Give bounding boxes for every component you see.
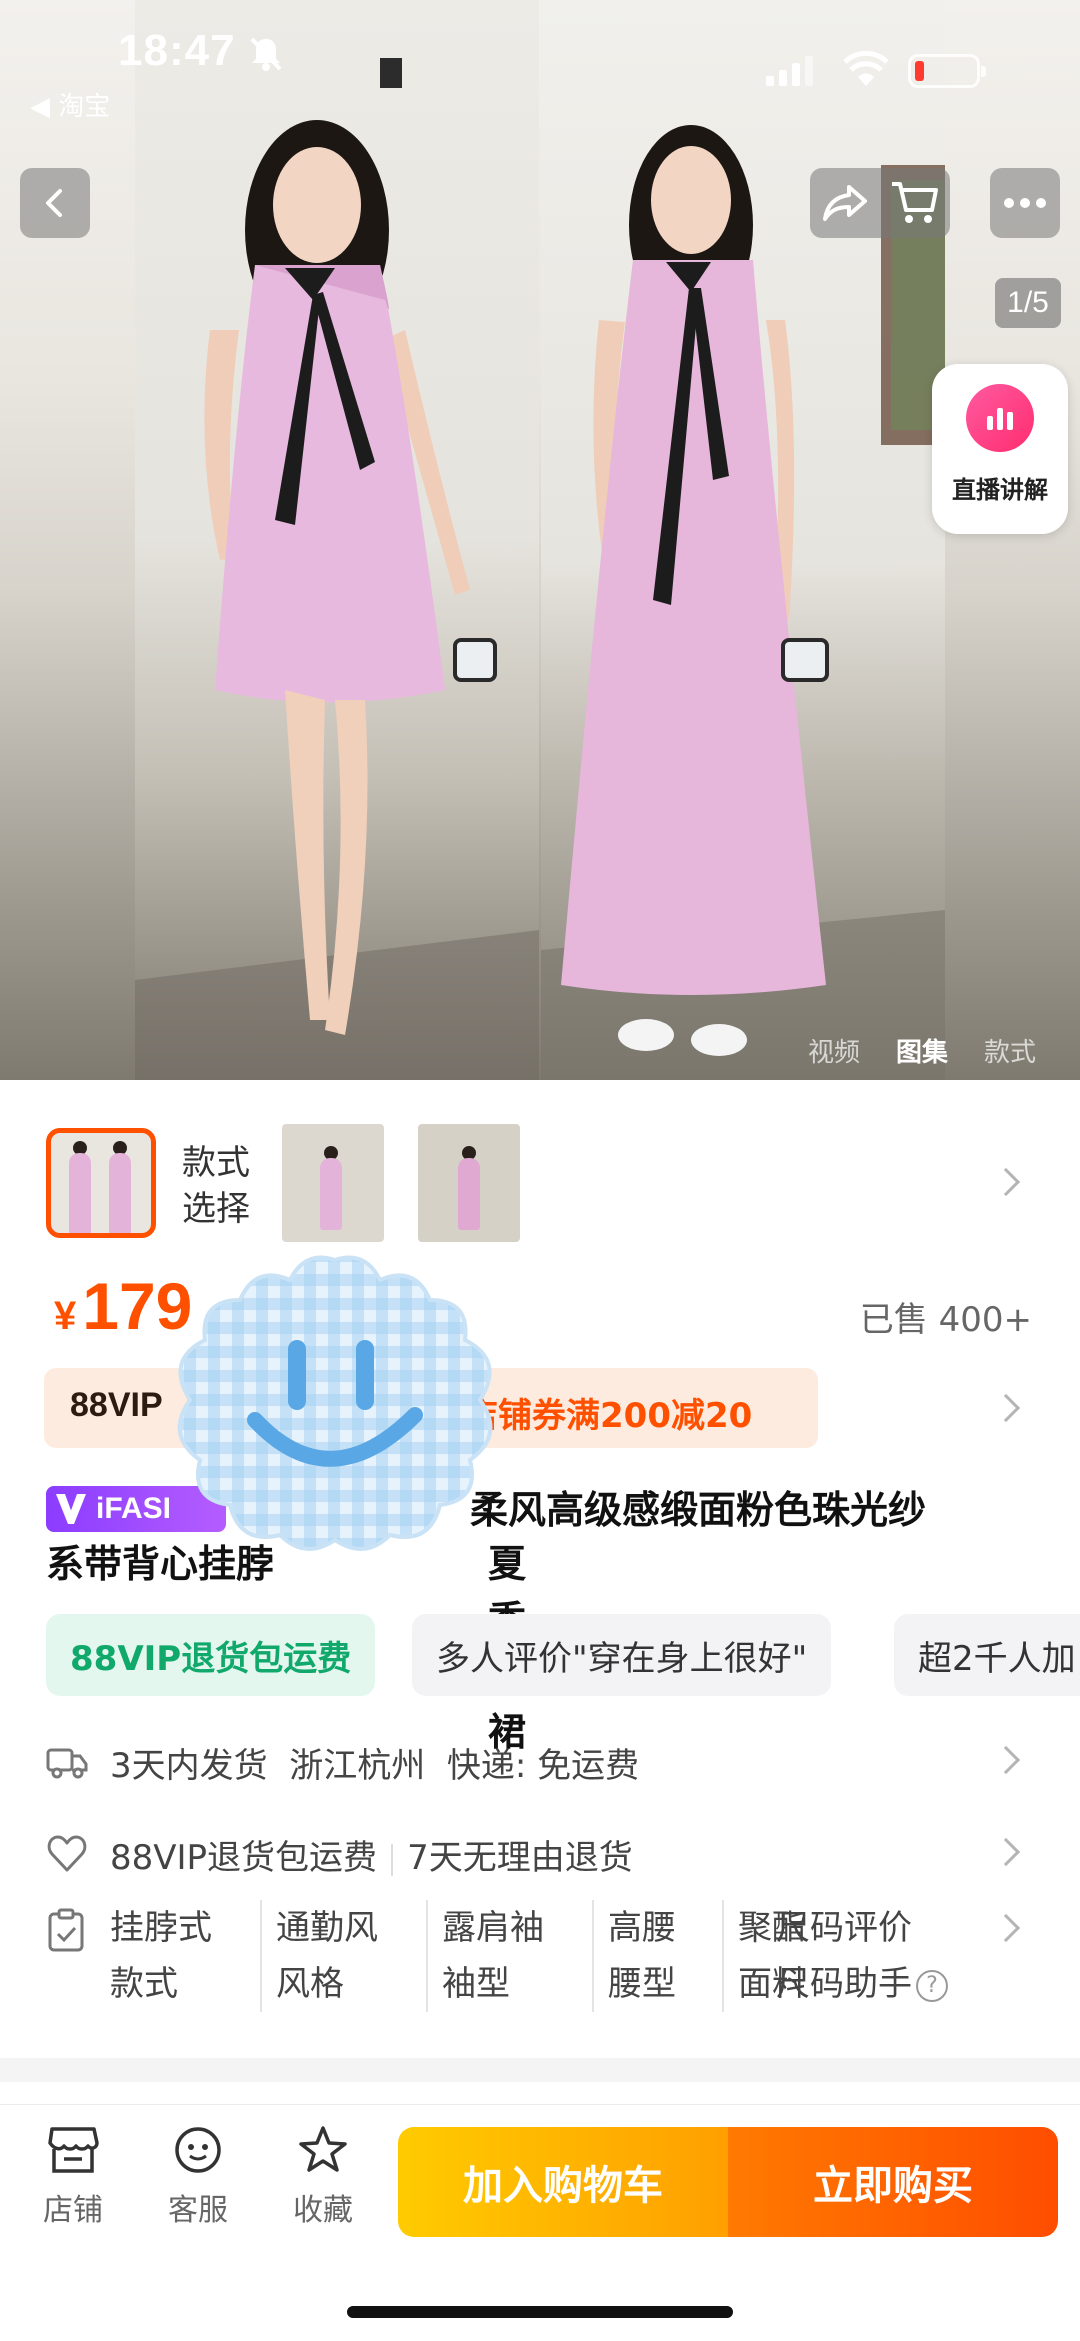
section-divider — [0, 2058, 1080, 2082]
attribute-item: 通勤风 风格 — [276, 1900, 428, 2012]
model-illustration-left — [135, 58, 539, 1080]
promo-vip-label: 88VIP — [70, 1386, 163, 1424]
live-stream-icon — [966, 384, 1034, 452]
attributes-list[interactable]: 挂脖式 款式 通勤风 风格 露肩袖 袖型 高腰 腰型 聚酯 面料 — [110, 1900, 804, 2012]
share-button[interactable] — [810, 168, 880, 238]
attribute-item: 露肩袖 袖型 — [442, 1900, 594, 2012]
live-explain-label: 直播讲解 — [952, 476, 1048, 504]
smiley-sticker — [177, 1255, 493, 1551]
product-photo-left — [135, 0, 539, 1080]
chevron-right-icon — [991, 1745, 1021, 1775]
status-time: 18:47 — [118, 26, 236, 75]
bell-muted-icon — [250, 37, 282, 71]
tab-video[interactable]: 视频 — [790, 1032, 878, 1069]
attribute-item: 挂脖式 款式 — [110, 1900, 262, 2012]
style-thumbnail-2[interactable] — [282, 1124, 384, 1242]
chevron-right-icon — [991, 1837, 1021, 1867]
model-illustration-right — [541, 125, 945, 1080]
home-indicator — [347, 2306, 733, 2318]
style-thumbnail-3[interactable] — [418, 1124, 520, 1242]
product-title-line1: 柔风高级感缎面粉色珠光纱 — [470, 1488, 927, 1532]
more-button[interactable] — [990, 168, 1060, 238]
attribute-item: 高腰 腰型 — [608, 1900, 724, 2012]
buy-now-button[interactable]: 立即购买 — [728, 2127, 1058, 2237]
cart-button[interactable] — [880, 168, 950, 238]
favorite-button[interactable]: 收藏 — [268, 2125, 378, 2229]
chevron-right-icon[interactable] — [991, 1167, 1021, 1197]
price-currency: ¥ — [54, 1294, 77, 1338]
top-actions — [810, 168, 950, 238]
service-row[interactable]: 88VIP退货包运费 7天无理由退货 — [0, 1822, 1080, 1882]
back-to-app-link[interactable]: ◀ 淘宝 — [30, 86, 110, 123]
chevron-left-icon — [46, 189, 62, 217]
help-icon[interactable]: ? — [916, 1969, 948, 2002]
star-icon — [299, 2126, 347, 2172]
sold-count: 已售 400+ — [859, 1300, 1032, 1340]
truck-icon — [46, 1748, 88, 1779]
tab-gallery[interactable]: 图集 — [878, 1032, 966, 1069]
battery-icon — [908, 54, 986, 88]
cellular-signal-icon — [766, 56, 813, 86]
shipping-row[interactable]: 3天内发货 浙江杭州 快递: 免运费 — [0, 1730, 1080, 1790]
tab-styles[interactable]: 款式 — [966, 1032, 1054, 1069]
style-select-label[interactable]: 款式 选择 — [182, 1140, 250, 1232]
chevron-right-icon[interactable] — [991, 1393, 1021, 1423]
clipboard-check-icon — [48, 1908, 84, 1952]
back-button[interactable] — [20, 168, 90, 238]
style-thumbnail-1[interactable] — [46, 1128, 156, 1238]
chat-face-icon — [175, 2127, 221, 2173]
store-icon — [48, 2127, 99, 2173]
shipping-text: 3天内发货 浙江杭州 快递: 免运费 — [110, 1746, 640, 1786]
brand-logo-icon — [56, 1494, 86, 1524]
tag-reviews[interactable]: 多人评价"穿在身上很好" — [412, 1614, 832, 1696]
tag-vip-return[interactable]: 88VIP退货包运费 — [46, 1614, 376, 1696]
product-photo-right — [541, 0, 945, 1080]
gallery-counter: 1/5 — [995, 278, 1061, 328]
shopping-cart-icon — [892, 182, 938, 223]
media-tabs: 视频 图集 款式 — [790, 1032, 1054, 1069]
share-icon — [823, 185, 867, 221]
wifi-icon — [843, 50, 889, 86]
chevron-right-icon[interactable] — [991, 1913, 1021, 1943]
heart-shield-icon — [47, 1835, 87, 1872]
more-dots-icon — [1004, 198, 1046, 208]
live-explain-button[interactable]: 直播讲解 — [932, 364, 1068, 534]
shop-button[interactable]: 店铺 — [18, 2125, 128, 2229]
customer-service-button[interactable]: 客服 — [143, 2125, 253, 2229]
tag-buyers[interactable]: 超2千人加 — [894, 1614, 1080, 1696]
add-to-cart-button[interactable]: 加入购物车 — [398, 2127, 728, 2237]
product-gallery[interactable]: 18:47 ◀ 淘宝 1/5 直播讲解 视频 图集 款式 — [0, 0, 1080, 1080]
size-helper[interactable]: 尺码评价 尺码助手? — [776, 1900, 948, 2012]
service-text: 88VIP退货包运费 7天无理由退货 — [110, 1838, 633, 1878]
